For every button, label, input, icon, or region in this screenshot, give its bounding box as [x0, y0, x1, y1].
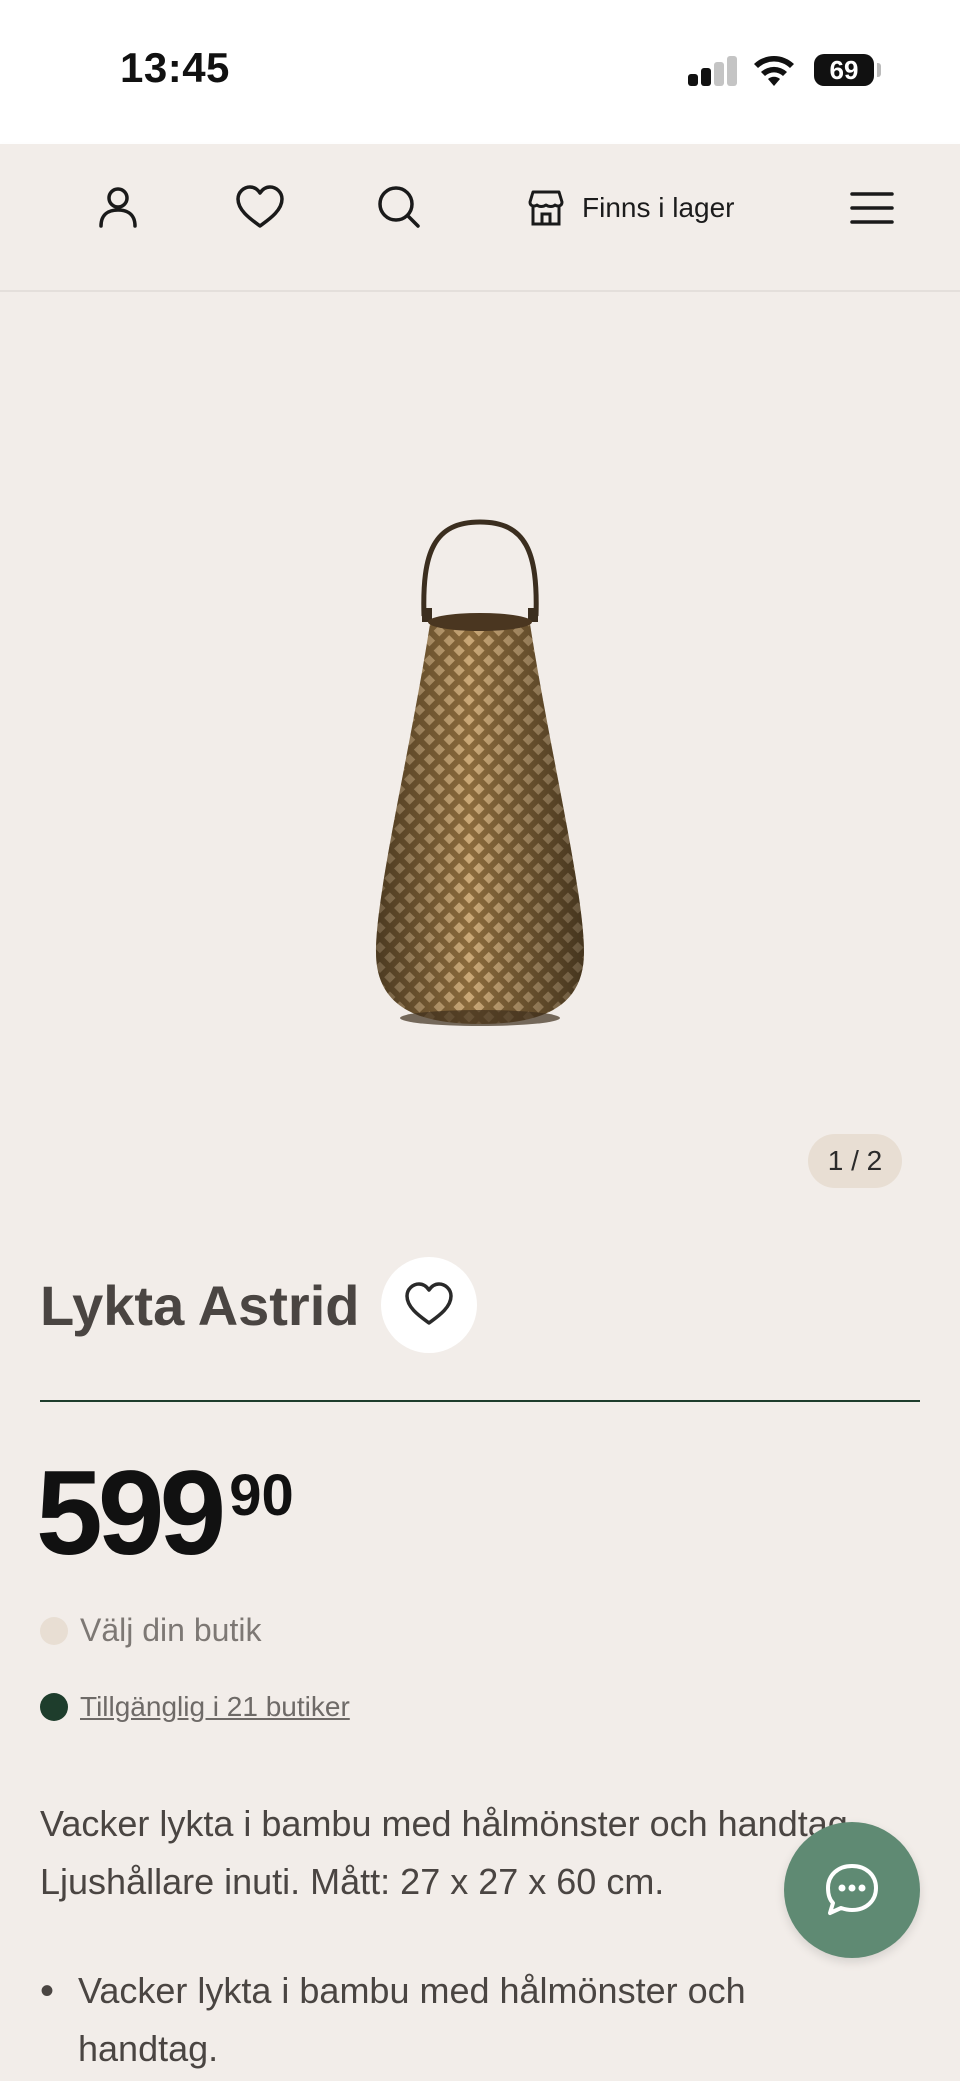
chat-button[interactable] [784, 1822, 920, 1958]
availability: Tillgänglig i 21 butiker [40, 1691, 350, 1723]
store-select-label: Välj din butik [80, 1612, 262, 1648]
heart-icon[interactable] [232, 180, 288, 236]
availability-dot-icon [40, 1693, 68, 1721]
price-cents: 90 [229, 1463, 294, 1528]
price: 599 90 [36, 1448, 294, 1578]
bullet-icon: • [40, 1969, 55, 2013]
status-bar: 13:45 69 [0, 0, 960, 144]
favorite-button[interactable] [381, 1257, 478, 1353]
availability-link[interactable]: Tillgänglig i 21 butiker [80, 1691, 350, 1723]
battery-icon: 69 [814, 54, 874, 86]
signal-icon [688, 56, 738, 86]
product-gallery[interactable]: 1 / 2 [0, 292, 960, 1212]
list-item: • Vacker lykta i bambu med hålmönster oc… [40, 1962, 860, 2078]
bullet-text: Vacker lykta i bambu med hålmönster och … [78, 1970, 746, 2069]
store-dot-icon [40, 1616, 68, 1645]
divider [40, 1400, 920, 1402]
menu-icon[interactable] [844, 180, 900, 236]
price-main: 599 [36, 1446, 226, 1580]
chat-icon [826, 1864, 878, 1915]
stock-button[interactable]: Finns i lager [524, 180, 735, 236]
store-icon [528, 190, 564, 226]
stock-label: Finns i lager [582, 192, 735, 223]
user-icon[interactable] [90, 180, 146, 236]
battery-cap [877, 63, 881, 77]
top-nav: Finns i lager [0, 144, 960, 292]
product-title-row: Lykta Astrid [40, 1255, 478, 1355]
product-title: Lykta Astrid [40, 1273, 360, 1337]
wifi-icon [754, 56, 794, 86]
store-select[interactable]: Välj din butik [40, 1612, 261, 1649]
image-counter: 1 / 2 [808, 1134, 902, 1188]
search-icon[interactable] [372, 180, 428, 236]
heart-icon [405, 1282, 454, 1325]
status-time: 13:45 [120, 44, 230, 91]
lantern-image [376, 519, 584, 1026]
